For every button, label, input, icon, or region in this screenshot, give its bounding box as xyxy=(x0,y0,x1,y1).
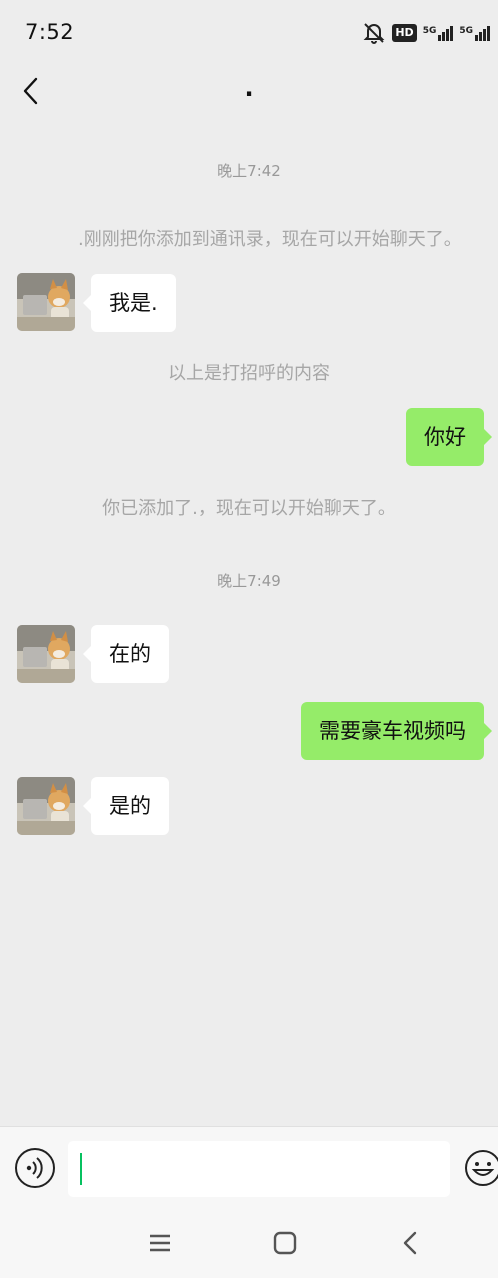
mute-bell-icon xyxy=(363,23,385,44)
voice-icon xyxy=(26,1157,43,1179)
system-message: 以上是打招呼的内容 xyxy=(168,363,330,384)
signal-1-icon: 5G xyxy=(422,25,454,41)
home-square-icon xyxy=(273,1231,297,1255)
system-message: 你已添加了.，现在可以开始聊天了。 xyxy=(102,498,396,519)
signal-2-icon: 5G xyxy=(459,25,490,41)
chat-header: . xyxy=(0,64,498,120)
home-button[interactable] xyxy=(270,1228,300,1258)
timestamp: 晚上7:42 xyxy=(217,162,281,180)
outgoing-message[interactable]: 需要豪车视频吗 xyxy=(301,702,492,760)
incoming-message[interactable]: 在的 xyxy=(83,625,169,683)
message-input[interactable] xyxy=(68,1141,450,1197)
system-back-button[interactable] xyxy=(396,1228,426,1258)
status-icons: HD 5G 5G xyxy=(362,22,490,44)
incoming-message[interactable]: 我是. xyxy=(83,274,176,332)
network-2-label: 5G xyxy=(459,25,473,36)
hd-badge: HD xyxy=(392,24,417,42)
voice-button[interactable] xyxy=(15,1148,55,1188)
system-nav-bar xyxy=(0,1212,498,1278)
dog-avatar-icon xyxy=(17,625,75,683)
menu-icon xyxy=(150,1234,170,1252)
text-caret xyxy=(80,1153,82,1185)
emoji-icon xyxy=(465,1150,498,1186)
avatar[interactable] xyxy=(17,777,75,835)
avatar[interactable] xyxy=(17,625,75,683)
menu-button[interactable] xyxy=(145,1228,175,1258)
outgoing-message[interactable]: 你好 xyxy=(406,408,492,466)
chevron-left-icon xyxy=(403,1231,417,1255)
chat-title: . xyxy=(244,74,254,102)
incoming-message[interactable]: 是的 xyxy=(83,777,169,835)
timestamp: 晚上7:49 xyxy=(217,572,281,590)
emoji-button[interactable] xyxy=(463,1148,498,1188)
status-time: 7:52 xyxy=(25,20,75,44)
dog-avatar-icon xyxy=(17,273,75,331)
input-bar xyxy=(0,1126,498,1212)
network-1-label: 5G xyxy=(422,25,437,36)
status-bar: 7:52 HD 5G 5G xyxy=(0,0,498,64)
avatar[interactable] xyxy=(17,273,75,331)
dog-avatar-icon xyxy=(17,777,75,835)
system-message: .刚刚把你添加到通讯录，现在可以开始聊天了。 xyxy=(78,229,462,250)
